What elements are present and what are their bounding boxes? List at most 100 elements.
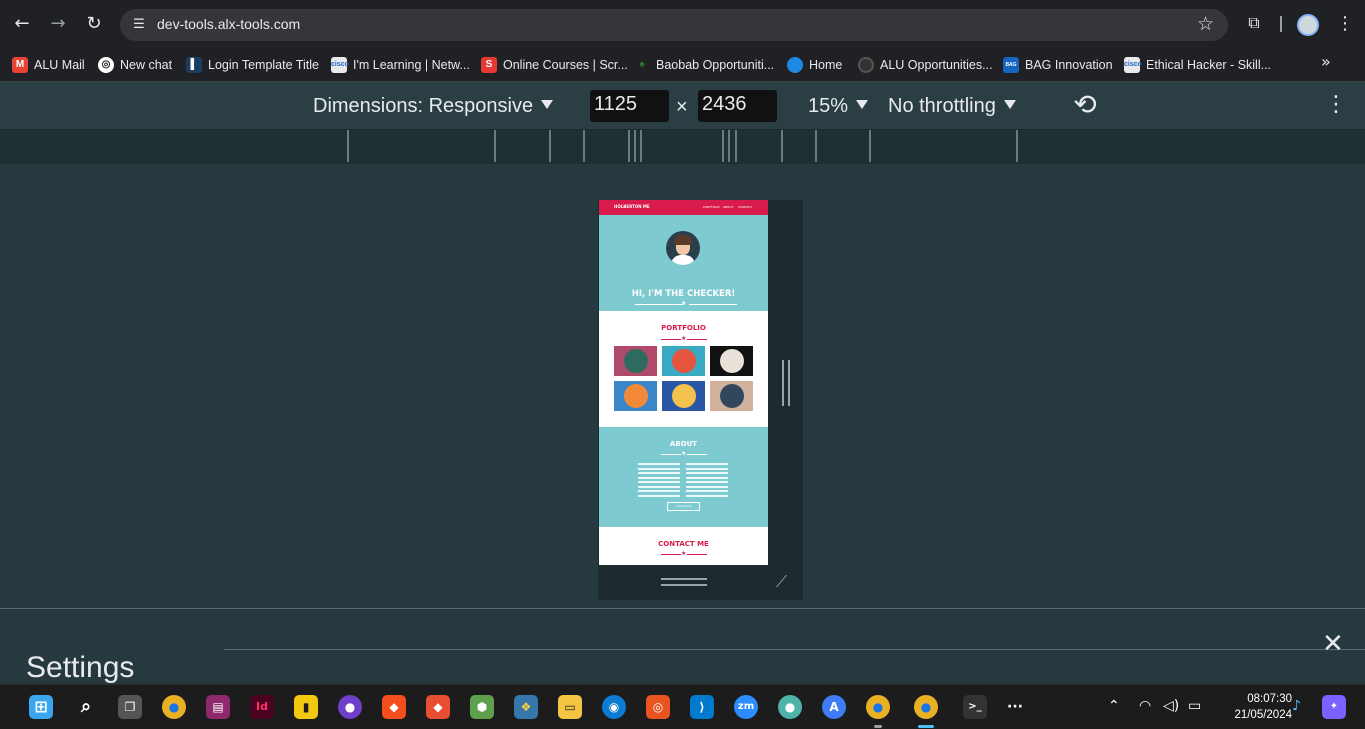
ruler-tick[interactable]: [869, 130, 871, 162]
pet-app-icon[interactable]: ●: [778, 695, 802, 719]
avatar-hair: [674, 235, 692, 245]
cabin-icon: [624, 349, 648, 373]
url-text[interactable]: dev-tools.alx-tools.com: [157, 16, 300, 32]
figure-icon: ▌: [186, 57, 202, 73]
resize-handle-corner-icon[interactable]: ⟋: [776, 572, 796, 592]
safe-icon: [672, 384, 696, 408]
bookmarks-overflow-icon[interactable]: »: [1321, 52, 1331, 71]
tray-overflow-icon[interactable]: ⌃: [1108, 698, 1120, 714]
node-icon[interactable]: ⬢: [470, 695, 494, 719]
edge-icon[interactable]: ◉: [602, 695, 626, 719]
ruler-tick[interactable]: [549, 130, 551, 162]
ruler-tick[interactable]: [728, 130, 730, 162]
search-icon[interactable]: ⌕: [74, 695, 98, 719]
back-icon[interactable]: ←: [10, 12, 34, 36]
app-store-icon[interactable]: A: [822, 695, 846, 719]
github-icon[interactable]: ●: [338, 695, 362, 719]
game-tile[interactable]: [614, 381, 657, 411]
python-icon[interactable]: ❖: [514, 695, 538, 719]
notification-bell-icon[interactable]: ♪: [1292, 698, 1301, 714]
media-query-ruler[interactable]: [0, 130, 1365, 164]
preview-nav-portfolio[interactable]: PORTFOLIO: [703, 205, 720, 209]
ruler-tick[interactable]: [1016, 130, 1018, 162]
cabin-tile[interactable]: [614, 346, 657, 376]
ubuntu-icon[interactable]: ◎: [646, 695, 670, 719]
bookmark-home[interactable]: Home: [787, 54, 842, 76]
bookmark-login-template[interactable]: ▌ Login Template Title: [186, 54, 319, 76]
volume-icon[interactable]: ◁): [1163, 698, 1179, 714]
circus-tile[interactable]: [710, 346, 753, 376]
close-icon[interactable]: ✕: [1322, 629, 1344, 659]
preview-about: ABOUT ★ ⤓ Download: [599, 427, 768, 527]
figma-icon[interactable]: ◆: [382, 695, 406, 719]
system-clock[interactable]: 08:07:30 21/05/2024: [1212, 691, 1292, 723]
divider-line: [687, 339, 707, 340]
times-symbol: ×: [676, 96, 688, 118]
zoom-icon[interactable]: zm: [734, 695, 758, 719]
terminal-icon[interactable]: >_: [963, 695, 987, 719]
ruler-tick[interactable]: [735, 130, 737, 162]
wifi-icon[interactable]: ◠: [1139, 698, 1151, 714]
throttling-dropdown[interactable]: No throttling: [888, 95, 1016, 118]
more-icon[interactable]: ···: [1003, 695, 1027, 719]
ruler-tick[interactable]: [781, 130, 783, 162]
ruler-tick[interactable]: [347, 130, 349, 162]
preview-contact: CONTACT ME ★: [599, 527, 768, 565]
task-view-icon[interactable]: ❐: [118, 695, 142, 719]
bookmark-scrimba[interactable]: S Online Courses | Scr...: [481, 54, 628, 76]
bookmark-new-chat[interactable]: ◎ New chat: [98, 54, 172, 76]
about-title: ABOUT: [669, 440, 698, 448]
browser-menu-icon[interactable]: ⋮: [1336, 13, 1354, 34]
bookmark-bag-innovation[interactable]: BAG BAG Innovation: [1003, 54, 1113, 76]
file-explorer-icon[interactable]: ▭: [558, 695, 582, 719]
resize-handle-bottom[interactable]: [661, 578, 707, 586]
preview-brand[interactable]: HOLBERTON ME: [614, 204, 650, 209]
preview-page[interactable]: HOLBERTON ME PORTFOLIO ABOUT CONTACT HI,…: [599, 200, 768, 565]
chrome-active-icon[interactable]: ●: [914, 695, 938, 719]
dimensions-dropdown[interactable]: Dimensions: Responsive: [313, 95, 554, 118]
git-icon[interactable]: ◆: [426, 695, 450, 719]
bookmark-ethical-hacker[interactable]: cisco Ethical Hacker - Skill...: [1124, 54, 1271, 76]
address-bar[interactable]: ☰ dev-tools.alx-tools.com ☆: [120, 9, 1228, 41]
submarine-tile[interactable]: [710, 381, 753, 411]
height-input[interactable]: 2436: [698, 90, 777, 122]
profile-avatar[interactable]: [1297, 14, 1319, 36]
bookmark-alu-mail[interactable]: M ALU Mail: [12, 54, 85, 76]
rotate-icon[interactable]: ⟲: [1068, 88, 1102, 122]
bookmark-netacad[interactable]: cisco I'm Learning | Netw...: [331, 54, 470, 76]
width-input[interactable]: 1125: [590, 90, 669, 122]
ruler-tick[interactable]: [494, 130, 496, 162]
device-menu-icon[interactable]: ⋮: [1325, 92, 1347, 117]
reload-icon[interactable]: ↻: [82, 12, 106, 36]
ruler-tick[interactable]: [815, 130, 817, 162]
powerbi-icon[interactable]: ▮: [294, 695, 318, 719]
vscode-icon[interactable]: ⟩: [690, 695, 714, 719]
battery-icon[interactable]: ▭: [1188, 698, 1201, 714]
bookmark-alu-opportunities[interactable]: ALU Opportunities...: [858, 54, 993, 76]
forward-icon[interactable]: →: [46, 12, 70, 36]
bookmark-star-icon[interactable]: ☆: [1197, 13, 1214, 35]
winrar-icon[interactable]: ▤: [206, 695, 230, 719]
zoom-dropdown[interactable]: 15%: [808, 95, 869, 118]
indesign-icon[interactable]: Id: [250, 695, 274, 719]
download-button[interactable]: ⤓ Download: [667, 502, 700, 511]
ruler-tick[interactable]: [634, 130, 636, 162]
resize-handle-right[interactable]: [782, 360, 790, 406]
bookmark-baobab[interactable]: ♠ Baobab Opportuniti...: [634, 54, 774, 76]
safe-tile[interactable]: [662, 381, 705, 411]
preview-nav-about[interactable]: ABOUT: [723, 205, 733, 209]
ruler-tick[interactable]: [722, 130, 724, 162]
site-info-icon[interactable]: ☰: [130, 16, 148, 34]
windows-start-icon[interactable]: ⊞: [29, 695, 53, 719]
zoom-label: 15%: [808, 95, 849, 117]
chrome-profile-icon[interactable]: ●: [866, 695, 890, 719]
ruler-tick[interactable]: [640, 130, 642, 162]
ruler-tick[interactable]: [583, 130, 585, 162]
preview-nav-contact[interactable]: CONTACT: [738, 205, 752, 209]
ruler-tick[interactable]: [628, 130, 630, 162]
extensions-icon[interactable]: ⧉: [1243, 13, 1265, 35]
about-column-right: [686, 463, 728, 499]
chrome-icon[interactable]: ●: [162, 695, 186, 719]
copilot-icon[interactable]: ✦: [1322, 695, 1346, 719]
cake-tile[interactable]: [662, 346, 705, 376]
